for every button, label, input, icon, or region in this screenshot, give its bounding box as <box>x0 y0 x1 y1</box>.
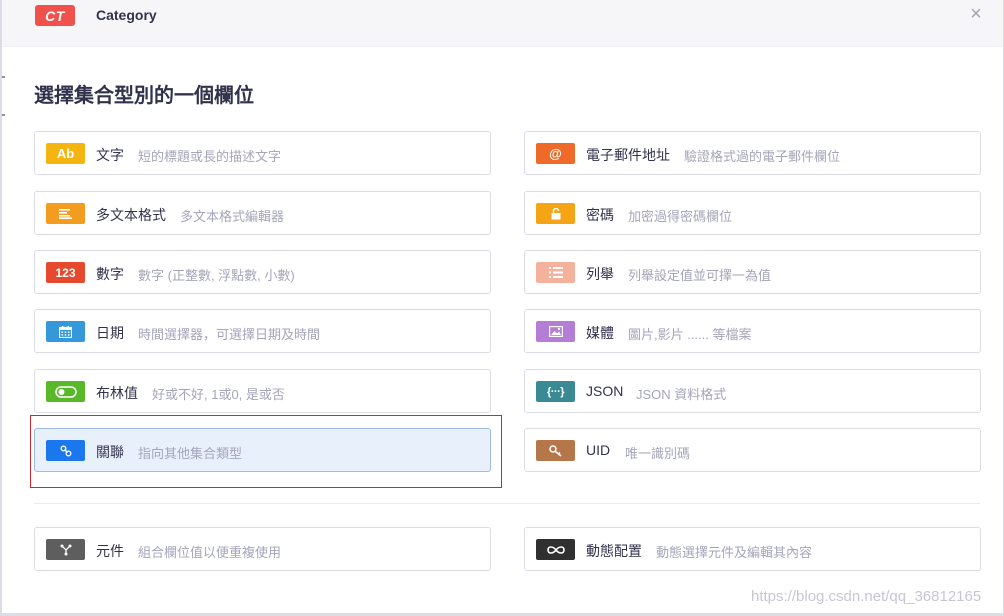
richtext-icon <box>46 203 85 224</box>
field-type-description: 驗證格式過的電子郵件欄位 <box>684 149 841 164</box>
component-icon <box>46 539 85 560</box>
field-type-description: 短的標題或長的描述文字 <box>138 149 282 164</box>
field-type-label: 密碼 <box>586 207 614 223</box>
field-type-label: 文字 <box>96 147 124 163</box>
field-type-text[interactable]: Ab 文字 短的標題或長的描述文字 <box>34 131 491 175</box>
field-type-label: 電子郵件地址 <box>586 147 670 163</box>
modal-title: Category <box>96 7 157 23</box>
collection-type-badge: CT <box>35 5 75 26</box>
field-type-description: JSON 資料格式 <box>636 387 727 402</box>
modal-left-edge <box>0 0 2 616</box>
field-type-description: 多文本格式編輯器 <box>180 209 285 224</box>
selection-highlight <box>30 415 502 488</box>
modal-header: CT Category × <box>2 0 1003 47</box>
password-icon <box>536 203 575 224</box>
text-icon: Ab <box>46 143 85 164</box>
email-icon: @ <box>536 143 575 164</box>
field-type-label: 列舉 <box>586 266 614 282</box>
field-type-boolean[interactable]: 布林值 好或不好, 1或0, 是或否 <box>34 369 491 413</box>
field-type-label: 多文本格式 <box>96 207 166 223</box>
field-type-description: 組合欄位值以便重複使用 <box>138 545 282 560</box>
field-type-json[interactable]: {···} JSON JSON 資料格式 <box>524 369 981 413</box>
field-type-description: 列舉設定值並可擇一為值 <box>628 268 772 283</box>
field-type-media[interactable]: 媒體 圖片,影片 ...... 等檔案 <box>524 309 981 353</box>
edge-mark <box>2 114 5 116</box>
media-icon <box>536 321 575 342</box>
field-type-description: 動態選擇元件及編輯其內容 <box>656 545 813 560</box>
field-type-label: 布林值 <box>96 385 138 401</box>
watermark-text: https://blog.csdn.net/qq_36812165 <box>751 588 982 605</box>
field-type-email[interactable]: @ 電子郵件地址 驗證格式過的電子郵件欄位 <box>524 131 981 175</box>
section-divider <box>34 503 980 504</box>
field-type-description: 數字 (正整數, 浮點數, 小數) <box>138 268 295 283</box>
field-type-label: 動態配置 <box>586 543 642 559</box>
field-type-number[interactable]: 123 數字 數字 (正整數, 浮點數, 小數) <box>34 250 491 294</box>
field-type-uid[interactable]: UID 唯一識別碼 <box>524 428 981 472</box>
field-type-date[interactable]: 日期 時間選擇器，可選擇日期及時間 <box>34 309 491 353</box>
field-type-description: 好或不好, 1或0, 是或否 <box>152 387 285 402</box>
field-type-label: 媒體 <box>586 325 614 341</box>
uid-icon <box>536 440 575 461</box>
dynamiczone-icon <box>536 539 575 560</box>
enumeration-icon <box>536 262 575 283</box>
field-type-label: 日期 <box>96 325 124 341</box>
page-title: 選擇集合型別的一個欄位 <box>34 85 254 107</box>
field-type-label: 數字 <box>96 266 124 282</box>
close-icon[interactable]: × <box>966 4 986 24</box>
field-type-enumeration[interactable]: 列舉 列舉設定值並可擇一為值 <box>524 250 981 294</box>
field-type-password[interactable]: 密碼 加密過得密碼欄位 <box>524 191 981 235</box>
json-icon: {···} <box>536 381 575 402</box>
field-type-description: 加密過得密碼欄位 <box>628 209 733 224</box>
date-icon <box>46 321 85 342</box>
field-type-richtext[interactable]: 多文本格式 多文本格式編輯器 <box>34 191 491 235</box>
boolean-icon <box>46 381 85 402</box>
field-type-label: UID <box>586 442 611 458</box>
field-type-description: 唯一識別碼 <box>625 446 691 461</box>
field-type-label: JSON <box>586 383 624 399</box>
field-type-component[interactable]: 元件 組合欄位值以便重複使用 <box>34 527 491 571</box>
field-type-label: 元件 <box>96 543 124 559</box>
edge-mark <box>2 76 5 78</box>
number-icon: 123 <box>46 262 85 283</box>
field-type-description: 圖片,影片 ...... 等檔案 <box>628 327 752 342</box>
field-type-dynamiczone[interactable]: 動態配置 動態選擇元件及編輯其內容 <box>524 527 981 571</box>
field-type-description: 時間選擇器，可選擇日期及時間 <box>138 327 321 342</box>
